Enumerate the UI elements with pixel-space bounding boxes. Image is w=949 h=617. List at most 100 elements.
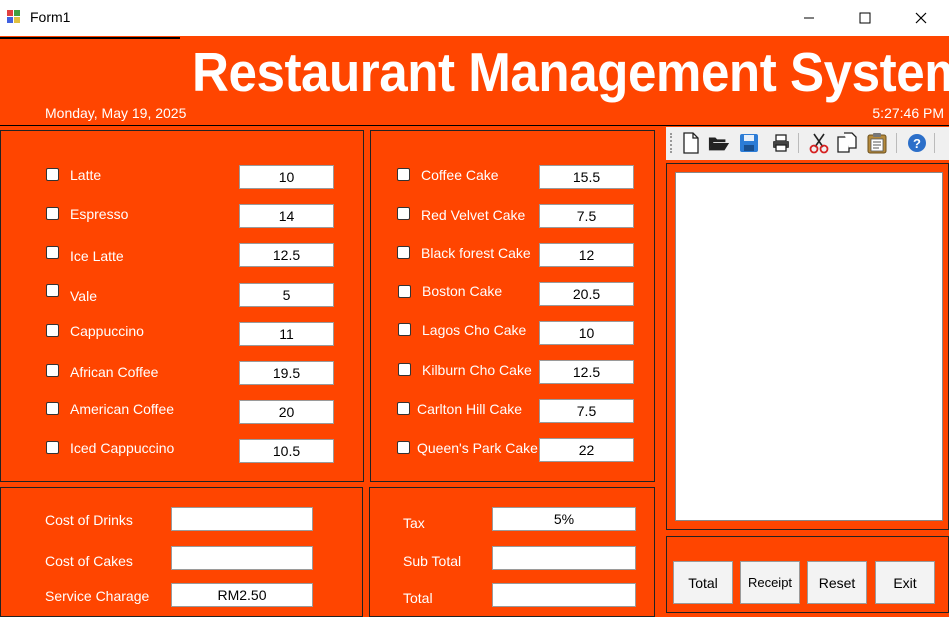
cake-checkbox[interactable]	[397, 246, 410, 259]
subtotal-label: Sub Total	[403, 553, 462, 569]
drink-price-field[interactable]: 10	[239, 165, 334, 189]
cake-label: Carlton Hill Cake	[417, 401, 523, 417]
drink-label: Cappuccino	[70, 323, 144, 339]
close-icon	[915, 12, 927, 24]
drink-label: Latte	[70, 167, 102, 183]
open-folder-icon	[708, 137, 730, 151]
cake-checkbox[interactable]	[398, 285, 411, 298]
cake-label: Boston Cake	[422, 283, 503, 299]
cost-of-drinks-field[interactable]	[171, 507, 313, 531]
cake-checkbox[interactable]	[397, 441, 410, 454]
print-button[interactable]	[770, 132, 792, 154]
exit-button[interactable]: Exit	[875, 561, 935, 604]
cake-label: Black forest Cake	[421, 245, 531, 261]
app-icon	[7, 10, 20, 23]
cut-button[interactable]	[808, 132, 830, 154]
paste-button[interactable]	[866, 132, 888, 154]
cake-price-field[interactable]: 12.5	[539, 360, 634, 384]
copy-icon	[837, 132, 857, 153]
cake-row: Boston Cake 20.5	[371, 281, 656, 306]
drink-row: Espresso 14	[1, 202, 365, 228]
copy-button[interactable]	[836, 132, 858, 154]
drink-checkbox[interactable]	[46, 207, 59, 220]
drink-row: Ice Latte 12.5	[1, 241, 365, 267]
total-button[interactable]: Total	[673, 561, 733, 604]
drink-label: American Coffee	[70, 401, 175, 417]
drink-price-field[interactable]: 10.5	[239, 439, 334, 463]
cake-checkbox[interactable]	[398, 363, 411, 376]
cake-checkbox[interactable]	[398, 323, 411, 336]
drink-checkbox[interactable]	[46, 168, 59, 181]
header: Restaurant Management System Monday, May…	[0, 37, 949, 126]
tax-field[interactable]: 5%	[492, 507, 636, 531]
cake-price-field[interactable]: 15.5	[539, 165, 634, 189]
drink-price-field[interactable]: 5	[239, 283, 334, 307]
cake-price-field[interactable]: 10	[539, 321, 634, 345]
total-field[interactable]	[492, 583, 636, 607]
help-icon: ?	[908, 134, 926, 152]
drink-checkbox[interactable]	[46, 402, 59, 415]
cake-row: Queen's Park Cake 22	[371, 437, 656, 462]
drink-price-field[interactable]: 14	[239, 204, 334, 228]
cake-price-field[interactable]: 22	[539, 438, 634, 462]
subtotal-field[interactable]	[492, 546, 636, 570]
drink-label: Vale	[70, 288, 97, 304]
maximize-button[interactable]	[837, 0, 893, 36]
cake-row: Red Velvet Cake 7.5	[371, 203, 656, 228]
open-button[interactable]	[708, 132, 730, 154]
window-titlebar: Form1	[0, 0, 949, 36]
toolbar-separator	[934, 133, 935, 153]
cake-checkbox[interactable]	[397, 168, 410, 181]
service-charge-field[interactable]: RM2.50	[171, 583, 313, 607]
drink-checkbox[interactable]	[46, 441, 59, 454]
maximize-icon	[859, 12, 871, 24]
buttons-panel: Total Receipt Reset Exit	[666, 536, 949, 613]
drink-price-field[interactable]: 11	[239, 322, 334, 346]
drink-checkbox[interactable]	[46, 364, 59, 377]
close-button[interactable]	[893, 0, 949, 36]
tax-label: Tax	[403, 515, 425, 531]
cake-row: Carlton Hill Cake 7.5	[371, 398, 656, 423]
minimize-button[interactable]	[781, 0, 837, 36]
drink-checkbox[interactable]	[46, 246, 59, 259]
drink-row: Latte 10	[1, 163, 365, 189]
drink-label: Iced Cappuccino	[70, 440, 175, 456]
window-title: Form1	[30, 9, 71, 25]
drink-price-field[interactable]: 19.5	[239, 361, 334, 385]
drink-checkbox[interactable]	[46, 324, 59, 337]
drink-label: African Coffee	[70, 364, 159, 380]
print-icon	[773, 134, 789, 152]
cost-of-cakes-field[interactable]	[171, 546, 313, 570]
cake-price-field[interactable]: 7.5	[539, 399, 634, 423]
cake-checkbox[interactable]	[397, 207, 410, 220]
drink-price-field[interactable]: 20	[239, 400, 334, 424]
total-label: Total	[403, 590, 433, 606]
save-icon	[740, 134, 758, 152]
minimize-icon	[804, 17, 814, 19]
receipt-textbox[interactable]	[675, 172, 943, 521]
save-button[interactable]	[738, 132, 760, 154]
cake-label: Red Velvet Cake	[421, 207, 526, 223]
drinks-panel: Latte 10 Espresso 14 Ice Latte 12.5 Vale…	[0, 130, 364, 482]
costs-panel: Cost of Drinks Cost of Cakes Service Cha…	[0, 487, 363, 617]
receipt-button[interactable]: Receipt	[740, 561, 800, 604]
new-file-button[interactable]	[680, 132, 702, 154]
toolbar-separator	[798, 133, 799, 153]
reset-button[interactable]: Reset	[807, 561, 867, 604]
cost-of-cakes-label: Cost of Cakes	[45, 553, 133, 569]
drink-checkbox[interactable]	[46, 284, 59, 297]
cake-checkbox[interactable]	[397, 402, 410, 415]
time-label: 5:27:46 PM	[872, 105, 944, 121]
toolbar-separator	[896, 133, 897, 153]
help-button[interactable]: ?	[906, 132, 928, 154]
service-charge-label: Service Charage	[45, 588, 150, 604]
drink-row: Cappuccino 11	[1, 320, 365, 346]
cake-price-field[interactable]: 12	[539, 243, 634, 267]
cake-price-field[interactable]: 7.5	[539, 204, 634, 228]
totals-panel: Tax 5% Sub Total Total	[369, 487, 655, 617]
cake-price-field[interactable]: 20.5	[539, 282, 634, 306]
new-file-icon	[683, 132, 699, 154]
cake-row: Coffee Cake 15.5	[371, 164, 656, 189]
svg-text:?: ?	[913, 136, 921, 151]
drink-price-field[interactable]: 12.5	[239, 243, 334, 267]
